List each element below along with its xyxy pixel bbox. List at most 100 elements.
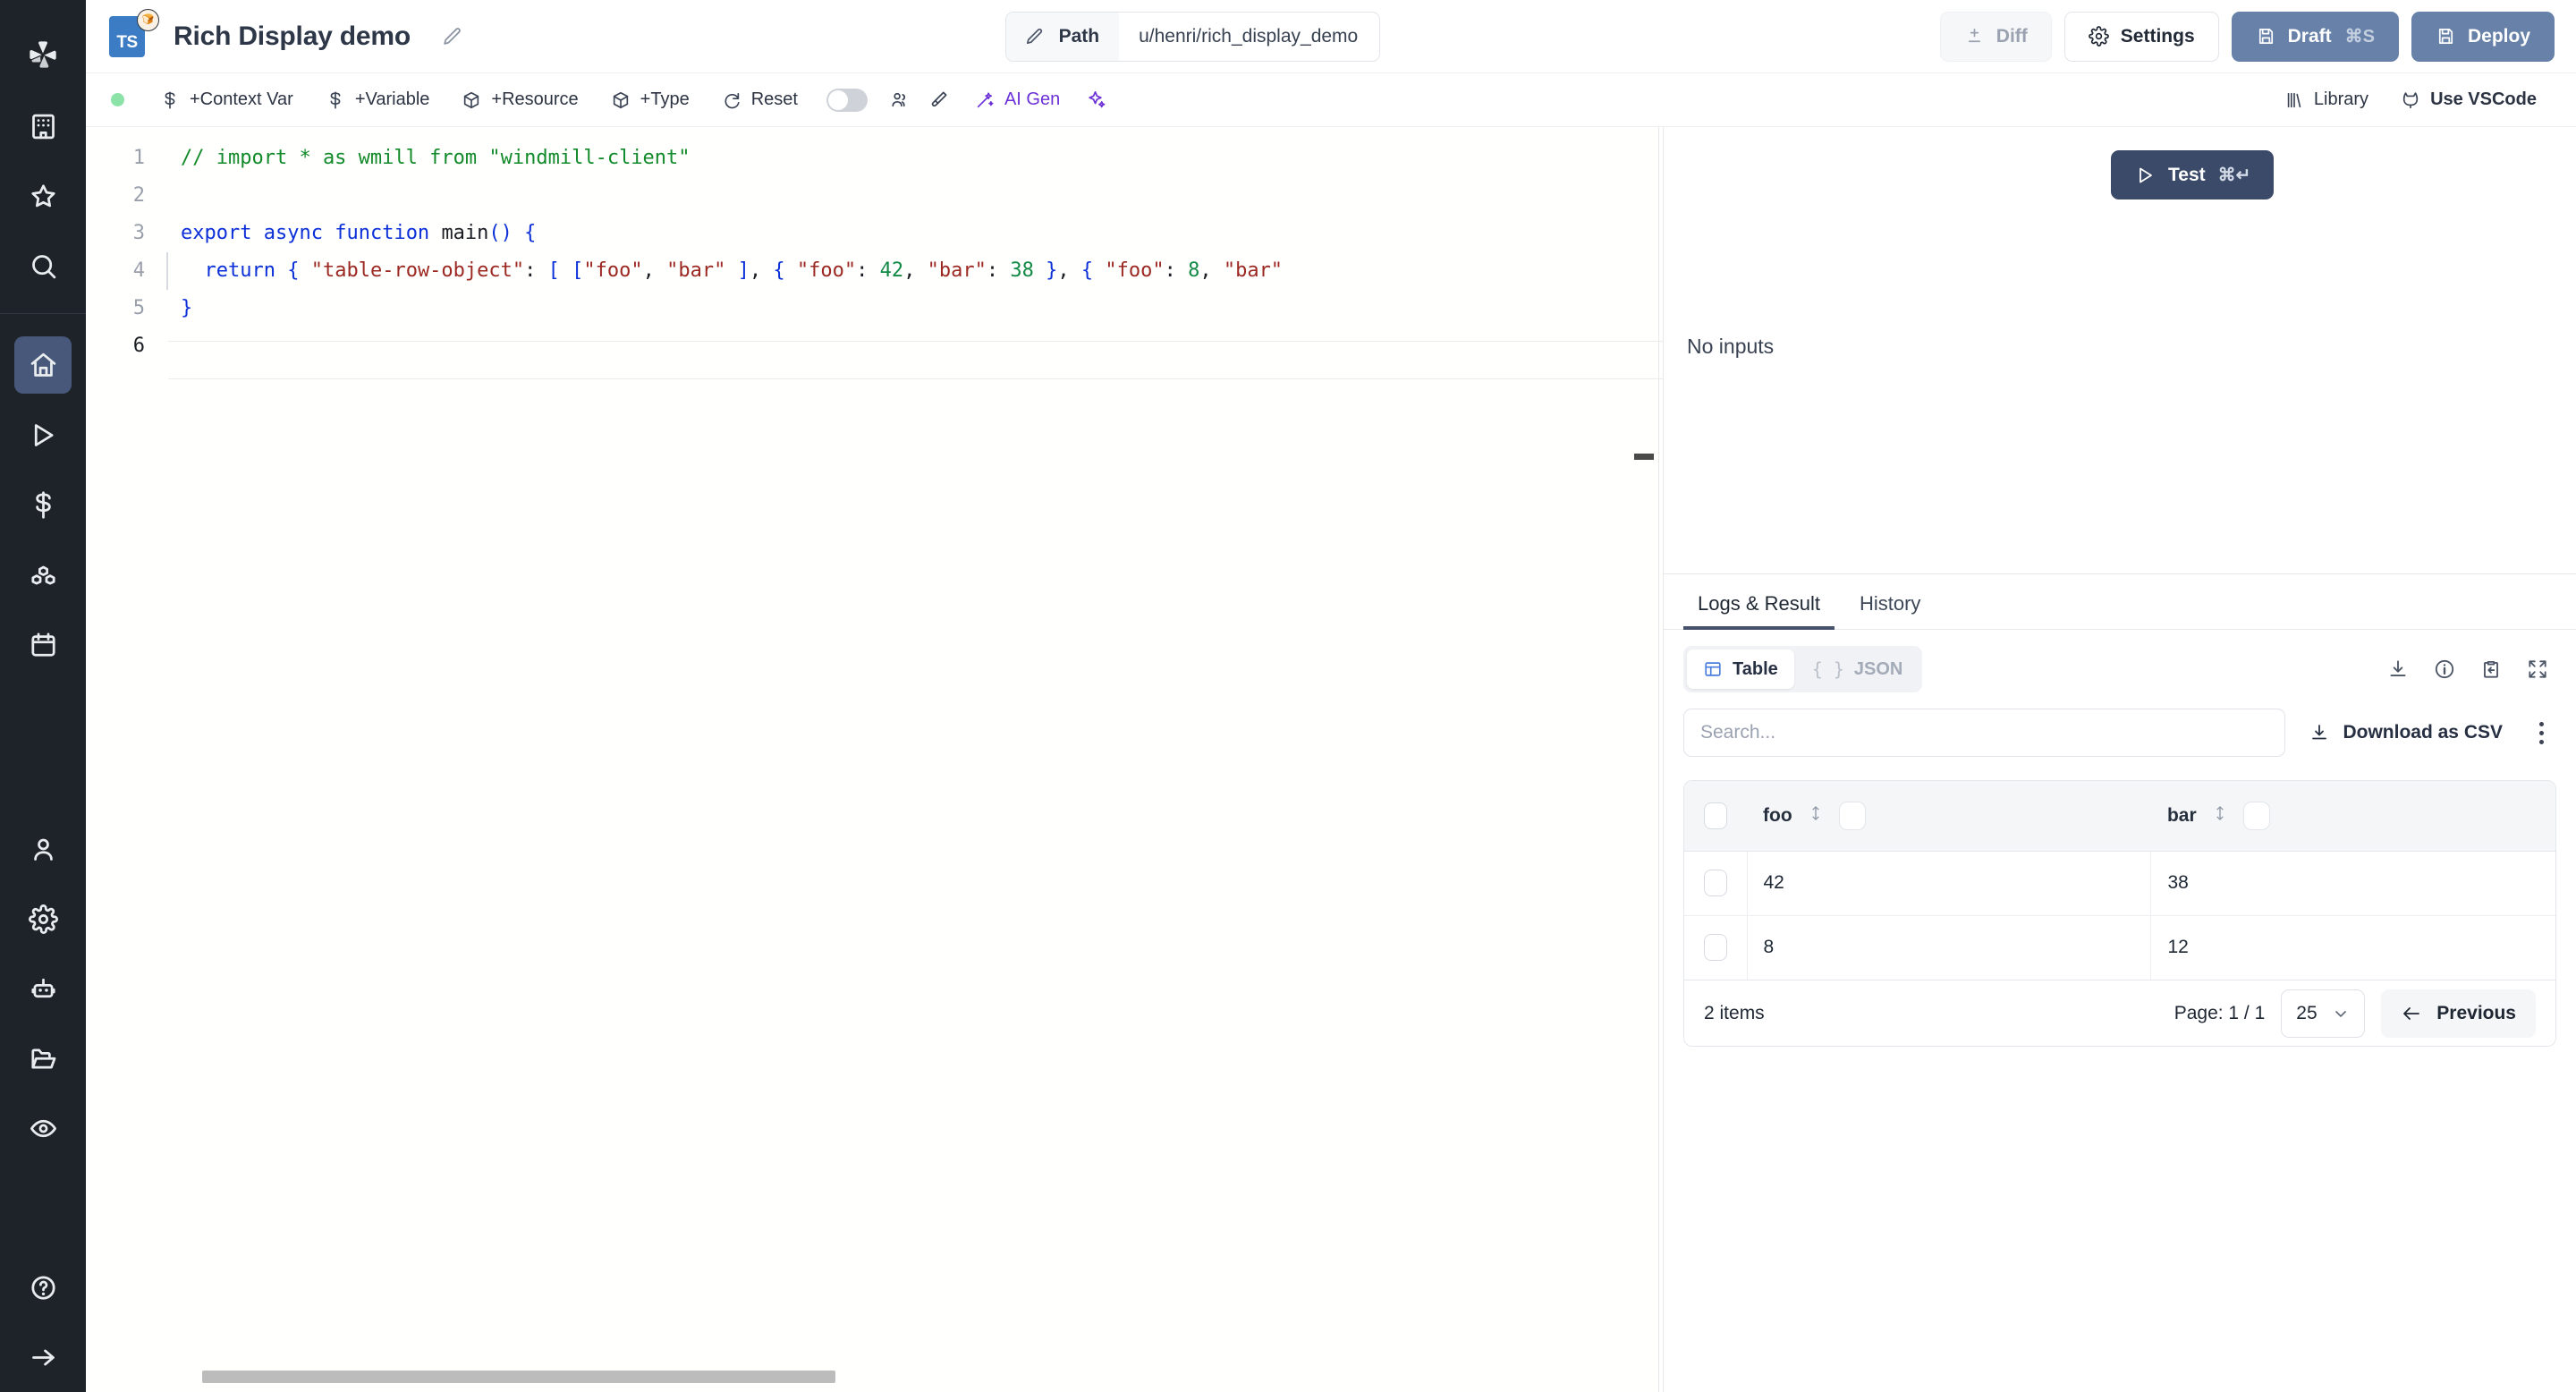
test-button[interactable]: Test ⌘↵ — [2111, 150, 2274, 199]
download-csv-button[interactable]: Download as CSV — [2309, 722, 2503, 743]
add-type-button[interactable]: +Type — [595, 81, 706, 120]
code-line-text[interactable]: return { "table-row-object": [ ["foo", "… — [166, 252, 1283, 290]
code-line[interactable]: 3export async function main() { — [86, 215, 1663, 252]
sidebar-item-variables[interactable] — [14, 476, 72, 533]
clipboard-icon[interactable] — [2479, 658, 2503, 681]
reset-button[interactable]: Reset — [706, 81, 814, 120]
code-token: "foo" — [1105, 259, 1164, 282]
add-variable-button[interactable]: +Variable — [309, 81, 446, 120]
add-context-var-label: +Context Var — [190, 89, 293, 110]
view-mode-table-label: Table — [1733, 659, 1778, 680]
sidebar-item-schedules[interactable] — [14, 615, 72, 673]
info-icon[interactable] — [2433, 658, 2456, 681]
sidebar-item-favorites[interactable] — [14, 167, 72, 225]
code-token: "bar" — [666, 259, 725, 282]
code-token: export — [181, 222, 251, 244]
row-select-cell — [1684, 915, 1747, 980]
row-checkbox[interactable] — [1704, 870, 1727, 896]
sort-icon[interactable] — [2211, 802, 2229, 830]
select-all-checkbox[interactable] — [1704, 802, 1727, 829]
add-variable-label: +Variable — [355, 89, 430, 110]
editor-vertical-scrollbar[interactable] — [1658, 127, 1659, 1392]
add-resource-button[interactable]: +Resource — [445, 81, 594, 120]
code-token: "foo" — [583, 259, 642, 282]
sort-icon[interactable] — [1807, 802, 1825, 830]
code-line-text[interactable]: export async function main() { — [168, 215, 536, 252]
settings-button[interactable]: Settings — [2064, 12, 2219, 62]
sidebar-item-audit-logs[interactable] — [14, 1099, 72, 1157]
view-mode-json[interactable]: { } JSON — [1796, 649, 1919, 689]
sidebar-item-workspace[interactable] — [14, 98, 72, 155]
code-editor[interactable]: 1// import * as wmill from "windmill-cli… — [86, 127, 1664, 1392]
deploy-button[interactable]: Deploy — [2411, 12, 2555, 62]
table-row[interactable]: 812 — [1684, 915, 2555, 980]
path-field[interactable]: Path u/henri/rich_display_demo — [1005, 12, 1381, 62]
gear-icon — [2089, 26, 2109, 47]
page-size-select[interactable]: 25 — [2281, 989, 2365, 1038]
code-line-text[interactable]: } — [168, 290, 192, 327]
view-mode-switch: Table { } JSON — [1683, 646, 1922, 692]
table-header-bar[interactable]: bar — [2151, 781, 2555, 851]
use-vscode-button[interactable]: Use VSCode — [2385, 81, 2553, 120]
code-line[interactable]: 2 — [86, 177, 1663, 215]
edit-title-icon[interactable] — [441, 25, 463, 47]
sidebar-item-agents[interactable] — [14, 960, 72, 1017]
column-filter-foo[interactable] — [1839, 802, 1866, 830]
table-search-row: Download as CSV — [1683, 709, 2556, 757]
test-button-label: Test — [2168, 165, 2206, 186]
reset-label: Reset — [751, 89, 798, 110]
view-mode-table[interactable]: Table — [1687, 649, 1794, 689]
draft-button[interactable]: Draft ⌘S — [2232, 12, 2399, 62]
sidebar-item-workers[interactable] — [14, 820, 72, 878]
download-icon[interactable] — [2386, 658, 2410, 681]
code-token: [ — [548, 259, 560, 282]
code-token — [323, 222, 335, 244]
tab-logs-and-result[interactable]: Logs & Result — [1683, 592, 1835, 630]
code-line[interactable]: 5} — [86, 290, 1663, 327]
editor-horizontal-scrollbar[interactable] — [202, 1371, 835, 1383]
format-code-icon[interactable] — [919, 81, 959, 120]
table-options-menu-icon[interactable] — [2526, 715, 2556, 751]
code-line-text[interactable]: // import * as wmill from "windmill-clie… — [168, 140, 691, 177]
sidebar-item-runs[interactable] — [14, 406, 72, 463]
collaboration-toggle[interactable] — [826, 89, 868, 112]
code-token — [1034, 259, 1046, 282]
sidebar-item-home[interactable] — [14, 336, 72, 394]
code-line[interactable]: 6 — [86, 327, 1663, 365]
row-checkbox[interactable] — [1704, 934, 1727, 961]
sidebar-item-help[interactable] — [14, 1259, 72, 1316]
ai-gen-button[interactable]: AI Gen — [959, 81, 1076, 120]
sidebar-item-expand[interactable] — [14, 1328, 72, 1386]
sidebar-item-folders[interactable] — [14, 1030, 72, 1087]
sidebar-item-search[interactable] — [14, 237, 72, 294]
table-row[interactable]: 4238 — [1684, 851, 2555, 915]
code-token — [1093, 259, 1105, 282]
sidebar-item-resources[interactable] — [14, 546, 72, 603]
toggle-knob — [828, 90, 848, 110]
code-content[interactable]: 1// import * as wmill from "windmill-cli… — [86, 127, 1663, 365]
code-token: 42 — [880, 259, 904, 282]
code-line[interactable]: 4 return { "table-row-object": [ ["foo",… — [86, 252, 1663, 290]
search-input[interactable] — [1683, 709, 2285, 757]
sidebar-item-settings[interactable] — [14, 890, 72, 947]
diff-button[interactable]: Diff — [1940, 12, 2052, 62]
add-context-var-button[interactable]: +Context Var — [144, 81, 309, 120]
expand-icon[interactable] — [2526, 658, 2549, 681]
column-filter-bar[interactable] — [2243, 802, 2270, 830]
sparkles-icon[interactable] — [1076, 81, 1115, 120]
path-value[interactable]: u/henri/rich_display_demo — [1119, 26, 1379, 47]
library-button[interactable]: Library — [2268, 81, 2385, 120]
table-header-foo[interactable]: foo — [1747, 781, 2151, 851]
code-line[interactable]: 1// import * as wmill from "windmill-cli… — [86, 140, 1663, 177]
code-token — [275, 259, 287, 282]
previous-page-button[interactable]: Previous — [2381, 989, 2536, 1038]
results-tabs: Logs & Result History — [1664, 574, 2576, 630]
tab-history[interactable]: History — [1845, 592, 1935, 630]
ai-gen-label: AI Gen — [1004, 89, 1060, 110]
code-line-text[interactable] — [168, 177, 181, 215]
code-token — [251, 222, 263, 244]
collaborators-icon[interactable] — [880, 81, 919, 120]
code-line-text[interactable] — [168, 327, 181, 365]
windmill-logo[interactable] — [0, 18, 86, 91]
chevron-down-icon — [2332, 1005, 2350, 1023]
